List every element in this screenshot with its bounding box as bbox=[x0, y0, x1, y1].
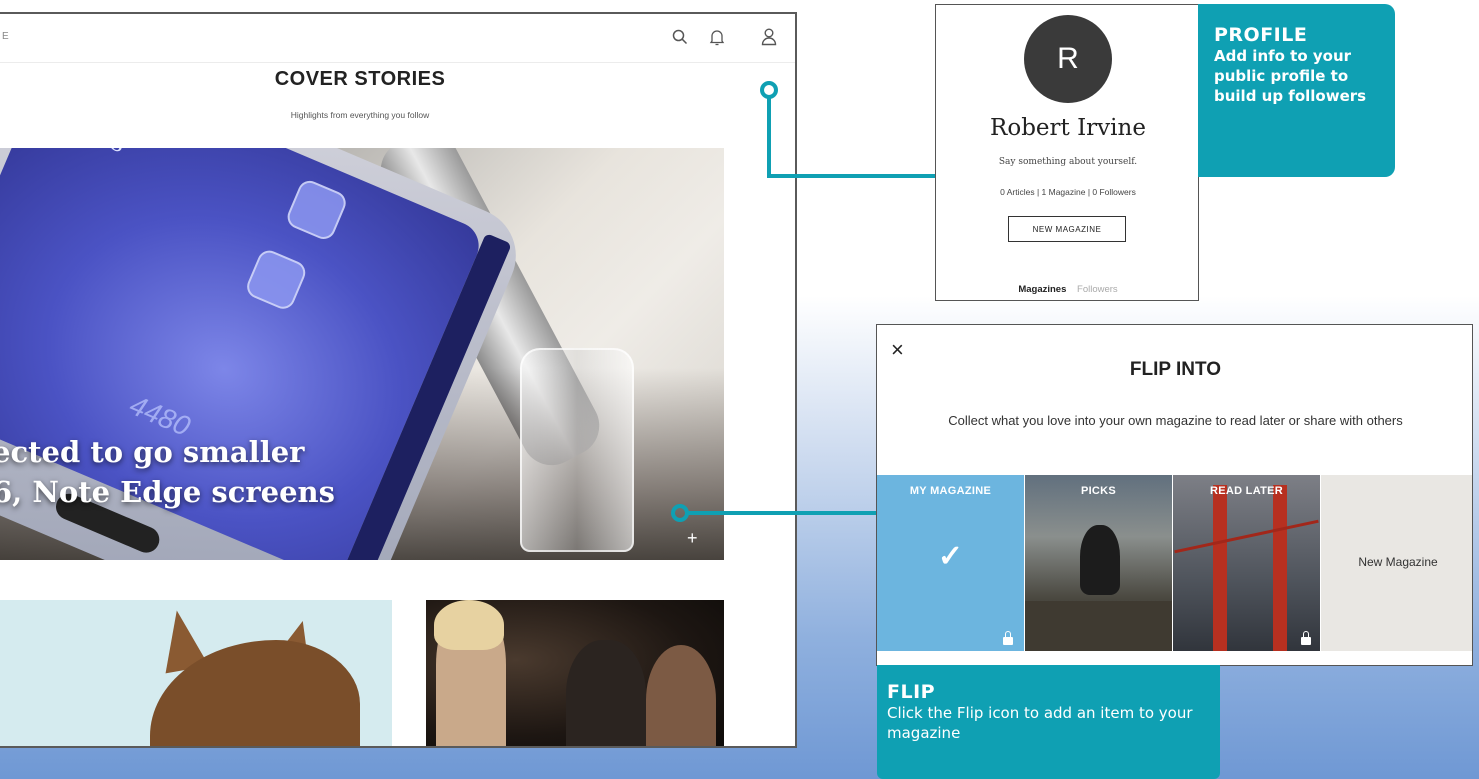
brand-label: E bbox=[2, 31, 10, 42]
person-image bbox=[566, 640, 646, 746]
tile-image-ground bbox=[1025, 601, 1172, 651]
search-icon[interactable] bbox=[667, 24, 693, 50]
hero-story-card[interactable]: Gifts 4480 ected to go smaller 6, Note E… bbox=[0, 148, 724, 560]
story-card-event[interactable] bbox=[426, 600, 724, 746]
tile-image-person bbox=[1080, 525, 1120, 595]
checkmark-icon: ✓ bbox=[937, 540, 964, 573]
tab-followers[interactable]: Followers bbox=[1077, 284, 1118, 295]
app-window: E COVER STORIES Highlights from everythi… bbox=[0, 12, 797, 748]
hero-headline-line: 6, Note Edge screens bbox=[0, 475, 335, 509]
flip-plus-icon[interactable]: + bbox=[687, 528, 698, 549]
lock-icon bbox=[1003, 631, 1013, 645]
bell-icon[interactable] bbox=[704, 24, 730, 50]
profile-connector-line bbox=[767, 174, 937, 178]
callout-title: PROFILE bbox=[1214, 24, 1308, 46]
lock-icon bbox=[1301, 631, 1311, 645]
profile-callout: PROFILE Add info to your public profile … bbox=[1198, 4, 1395, 177]
page-subtitle: Highlights from everything you follow bbox=[290, 110, 430, 120]
tile-label: READ LATER bbox=[1209, 485, 1284, 497]
callout-body: Click the Flip icon to add an item to yo… bbox=[887, 704, 1193, 742]
person-hair bbox=[434, 600, 504, 650]
tile-label: PICKS bbox=[1080, 485, 1117, 497]
magazine-tile-picks[interactable]: PICKS bbox=[1025, 475, 1172, 651]
top-bar: E bbox=[0, 14, 795, 63]
hero-headline-line: ected to go smaller bbox=[0, 435, 305, 469]
flip-callout: FLIP Click the Flip icon to add an item … bbox=[877, 665, 1220, 779]
close-icon[interactable]: × bbox=[891, 339, 904, 361]
profile-name: Robert Irvine bbox=[990, 115, 1146, 141]
tile-label: New Magazine bbox=[1358, 555, 1438, 569]
profile-tabs: Magazines Followers bbox=[936, 284, 1200, 295]
avatar[interactable]: R bbox=[1024, 15, 1112, 103]
glass-image bbox=[520, 348, 634, 552]
tile-image-bridge-tower bbox=[1273, 485, 1287, 651]
dialog-description: Collect what you love into your own maga… bbox=[948, 413, 1403, 428]
profile-connector-line bbox=[767, 97, 771, 177]
profile-icon[interactable] bbox=[756, 24, 782, 50]
flip-into-dialog: × FLIP INTO Collect what you love into y… bbox=[876, 324, 1473, 666]
new-magazine-button[interactable]: NEW MAGAZINE bbox=[1008, 216, 1126, 242]
magazine-tile-new[interactable]: New Magazine bbox=[1321, 475, 1472, 651]
profile-panel: R Robert Irvine Say something about your… bbox=[935, 4, 1199, 301]
page-title: COVER STORIES bbox=[274, 68, 446, 90]
profile-bio[interactable]: Say something about yourself. bbox=[936, 157, 1200, 167]
person-image bbox=[646, 645, 716, 746]
story-card-fox[interactable] bbox=[0, 600, 392, 746]
callout-title: FLIP bbox=[887, 681, 936, 703]
magazine-tile-my-magazine[interactable]: MY MAGAZINE ✓ bbox=[877, 475, 1024, 651]
flip-connector-line bbox=[688, 511, 878, 515]
tile-image-bridge-tower bbox=[1213, 485, 1227, 651]
hero-headline[interactable]: ected to go smaller 6, Note Edge screens bbox=[0, 432, 335, 512]
magazine-tile-read-later[interactable]: READ LATER bbox=[1173, 475, 1320, 651]
tile-image-bridge-cable bbox=[1174, 519, 1319, 554]
profile-stats: 0 Articles | 1 Magazine | 0 Followers bbox=[1000, 187, 1136, 197]
flip-connector-dot bbox=[671, 504, 689, 522]
tile-label: MY MAGAZINE bbox=[909, 485, 992, 497]
callout-body: Add info to your public profile to build… bbox=[1214, 47, 1367, 105]
tab-magazines[interactable]: Magazines bbox=[1018, 284, 1066, 295]
dialog-title: FLIP INTO bbox=[1129, 359, 1222, 380]
